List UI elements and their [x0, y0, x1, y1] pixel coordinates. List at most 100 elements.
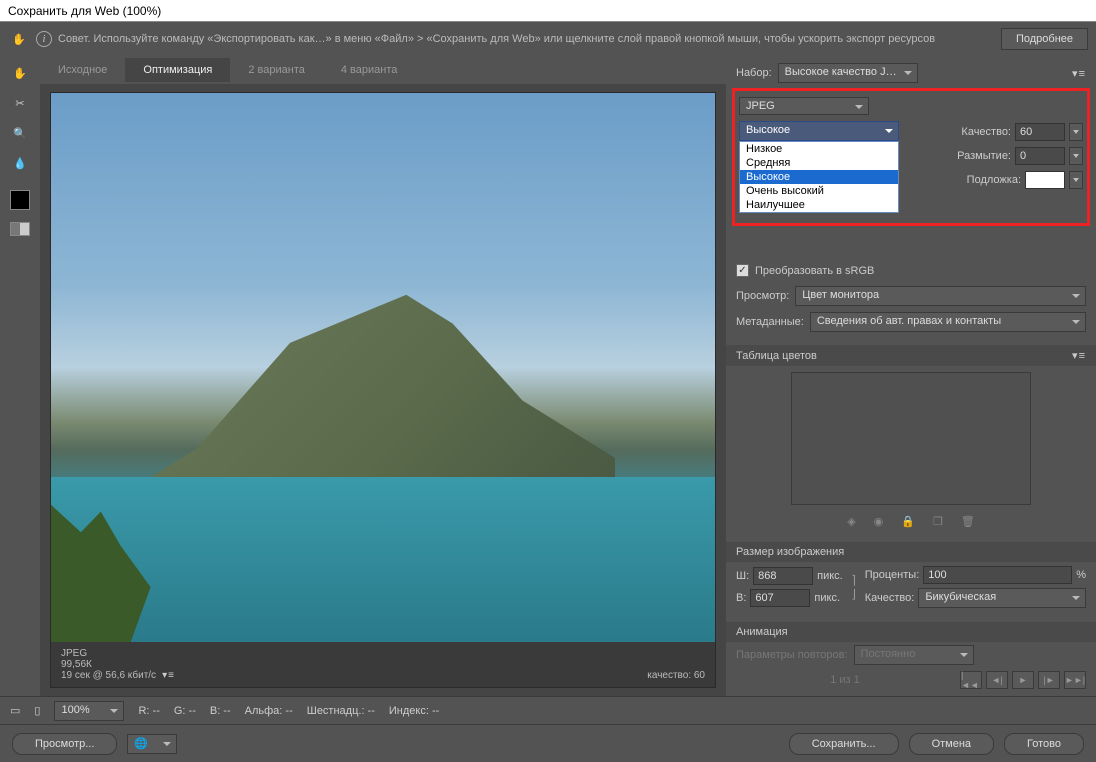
image-size-header: Размер изображения: [736, 546, 844, 558]
blur-label: Размытие:: [957, 150, 1011, 162]
preview-frame: JPEG 99,56К 19 сек @ 56,6 кбит/с ▾≡ каче…: [50, 92, 716, 688]
quality-option-max[interactable]: Наилучшее: [740, 198, 898, 212]
matte-stepper-icon[interactable]: [1069, 171, 1083, 189]
height-unit: пикс.: [814, 592, 840, 604]
panel-menu-icon[interactable]: ▾≡: [1072, 67, 1086, 80]
done-button[interactable]: Готово: [1004, 733, 1084, 755]
status-hex: Шестнадц.: --: [307, 705, 375, 717]
resample-select[interactable]: Бикубическая: [918, 588, 1086, 608]
loop-label: Параметры повторов:: [736, 649, 848, 661]
resample-label: Качество:: [865, 592, 915, 604]
hand-tool-icon[interactable]: ✋: [9, 62, 31, 84]
ct-trash-icon[interactable]: 🗑: [961, 515, 975, 528]
anim-first-icon[interactable]: |◄◄: [960, 671, 982, 689]
ct-new-icon[interactable]: ❐: [933, 515, 943, 528]
preview-image[interactable]: [51, 93, 715, 642]
anim-play-icon[interactable]: ►: [1012, 671, 1034, 689]
anim-last-icon[interactable]: ►►|: [1064, 671, 1086, 689]
blur-input[interactable]: [1015, 147, 1065, 165]
matte-label: Подложка:: [967, 174, 1021, 186]
ct-lock-icon[interactable]: 🔒: [901, 515, 915, 528]
width-label: Ш:: [736, 570, 749, 582]
quality-stepper-icon[interactable]: [1069, 123, 1083, 141]
quality-option-medium[interactable]: Средняя: [740, 156, 898, 170]
status-r: R: --: [138, 705, 159, 717]
preview-format: JPEG: [61, 648, 175, 659]
preview-filesize: 99,56К: [61, 659, 175, 670]
color-table-header: Таблица цветов: [736, 350, 817, 362]
device-toggle-icon[interactable]: ▭: [10, 704, 20, 717]
tool-sidebar: ✋ ✂ 🔍 💧: [0, 56, 40, 696]
cancel-button[interactable]: Отмена: [909, 733, 994, 755]
more-button[interactable]: Подробнее: [1001, 28, 1088, 50]
settings-panel: Набор: Высокое качество J… ▾≡ JPEG Высок…: [726, 56, 1096, 696]
status-bar: ▭ ▯ 100% R: -- G: -- B: -- Альфа: -- Шес…: [0, 696, 1096, 724]
quality-preset-select[interactable]: Высокое: [739, 121, 899, 141]
status-g: G: --: [174, 705, 196, 717]
color-table-toolbar: ◈ ◉ 🔒 ❐ 🗑: [726, 511, 1096, 532]
format-select[interactable]: JPEG: [739, 97, 869, 115]
hand-icon[interactable]: ✋: [8, 28, 30, 50]
quality-option-high[interactable]: Высокое: [740, 170, 898, 184]
info-icon: i: [36, 31, 52, 47]
preview-loadtime: 19 сек @ 56,6 кбит/с: [61, 670, 156, 681]
percent-unit: %: [1076, 569, 1086, 581]
slice-visibility-icon[interactable]: [10, 222, 30, 236]
anim-next-icon[interactable]: |►: [1038, 671, 1060, 689]
anim-prev-icon[interactable]: ◄|: [986, 671, 1008, 689]
preview-quality: качество: 60: [647, 670, 705, 681]
slice-tool-icon[interactable]: ✂: [9, 92, 31, 114]
preset-label: Набор:: [736, 67, 772, 79]
zoom-select[interactable]: 100%: [54, 701, 124, 721]
preview-button[interactable]: Просмотр...: [12, 733, 117, 755]
srgb-checkbox[interactable]: ✓: [736, 264, 749, 277]
metadata-label: Метаданные:: [736, 316, 804, 328]
tab-2up[interactable]: 2 варианта: [230, 58, 323, 82]
eyedropper-tool-icon[interactable]: 💧: [9, 152, 31, 174]
preview-mode-select[interactable]: Цвет монитора: [795, 286, 1086, 306]
status-b: B: --: [210, 705, 231, 717]
status-alpha: Альфа: --: [245, 705, 293, 717]
ct-cube-icon[interactable]: ◉: [874, 515, 884, 528]
matte-color-well[interactable]: [1025, 171, 1065, 189]
tab-optimized[interactable]: Оптимизация: [125, 58, 230, 82]
ct-eyedrop-icon[interactable]: ◈: [847, 515, 855, 528]
tab-4up[interactable]: 4 варианта: [323, 58, 416, 82]
tab-original[interactable]: Исходное: [40, 58, 125, 82]
footer: Просмотр... 🌐 Сохранить... Отмена Готово: [0, 724, 1096, 762]
quality-preset-dropdown: Низкое Средняя Высокое Очень высокий Наи…: [739, 141, 899, 213]
color-table-menu-icon[interactable]: ▾≡: [1072, 349, 1086, 362]
preview-mode-label: Просмотр:: [736, 290, 789, 302]
format-settings-highlight: JPEG Высокое Низкое Средняя Высокое Очен…: [732, 88, 1090, 226]
preset-select[interactable]: Высокое качество J…: [778, 63, 918, 83]
quality-input[interactable]: [1015, 123, 1065, 141]
link-dimensions-icon[interactable]: ⌉⌋: [847, 573, 861, 601]
quality-option-low[interactable]: Низкое: [740, 142, 898, 156]
width-input[interactable]: [753, 567, 813, 585]
frame-counter: 1 из 1: [736, 674, 954, 686]
percent-input[interactable]: [923, 566, 1072, 584]
window-title: Сохранить для Web (100%): [0, 0, 1096, 22]
status-index: Индекс: --: [389, 705, 439, 717]
save-button[interactable]: Сохранить...: [789, 733, 899, 755]
metadata-select[interactable]: Сведения об авт. правах и контакты: [810, 312, 1086, 332]
foreground-color-swatch[interactable]: [10, 190, 30, 210]
quality-label: Качество:: [961, 126, 1011, 138]
width-unit: пикс.: [817, 570, 843, 582]
quality-option-veryhigh[interactable]: Очень высокий: [740, 184, 898, 198]
info-bar: ✋ i Совет. Используйте команду «Экспорти…: [0, 22, 1096, 56]
color-table-area: [791, 372, 1031, 505]
srgb-label: Преобразовать в sRGB: [755, 265, 874, 277]
speed-menu-icon[interactable]: ▾≡: [162, 670, 175, 681]
view-tabs: Исходное Оптимизация 2 варианта 4 вариан…: [40, 56, 726, 84]
animation-header: Анимация: [736, 626, 788, 638]
tip-text: Совет. Используйте команду «Экспортирова…: [58, 33, 995, 45]
height-input[interactable]: [750, 589, 810, 607]
device-toggle2-icon[interactable]: ▯: [34, 704, 40, 717]
blur-stepper-icon[interactable]: [1069, 147, 1083, 165]
browser-select[interactable]: 🌐: [127, 734, 177, 754]
height-label: В:: [736, 592, 746, 604]
loop-select: Постоянно: [854, 645, 974, 665]
percent-label: Проценты:: [865, 569, 920, 581]
zoom-tool-icon[interactable]: 🔍: [9, 122, 31, 144]
